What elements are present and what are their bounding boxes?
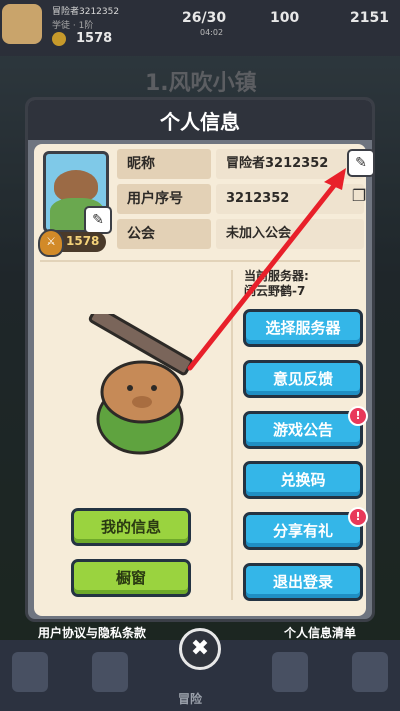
lock-icon[interactable] [272, 652, 308, 692]
annotation-arrow [187, 168, 346, 371]
privacy-policy-link[interactable]: 用户协议与隐私条款 [38, 624, 146, 641]
lock-icon[interactable] [92, 652, 128, 692]
personal-info-list-link[interactable]: 个人信息清单 [284, 624, 356, 641]
lock-icon[interactable] [12, 652, 48, 692]
close-button[interactable]: ✖ [179, 628, 221, 670]
close-icon: ✖ [190, 636, 210, 661]
nav-adventure-label[interactable]: 冒险 [178, 690, 202, 707]
lock-icon[interactable] [352, 652, 388, 692]
